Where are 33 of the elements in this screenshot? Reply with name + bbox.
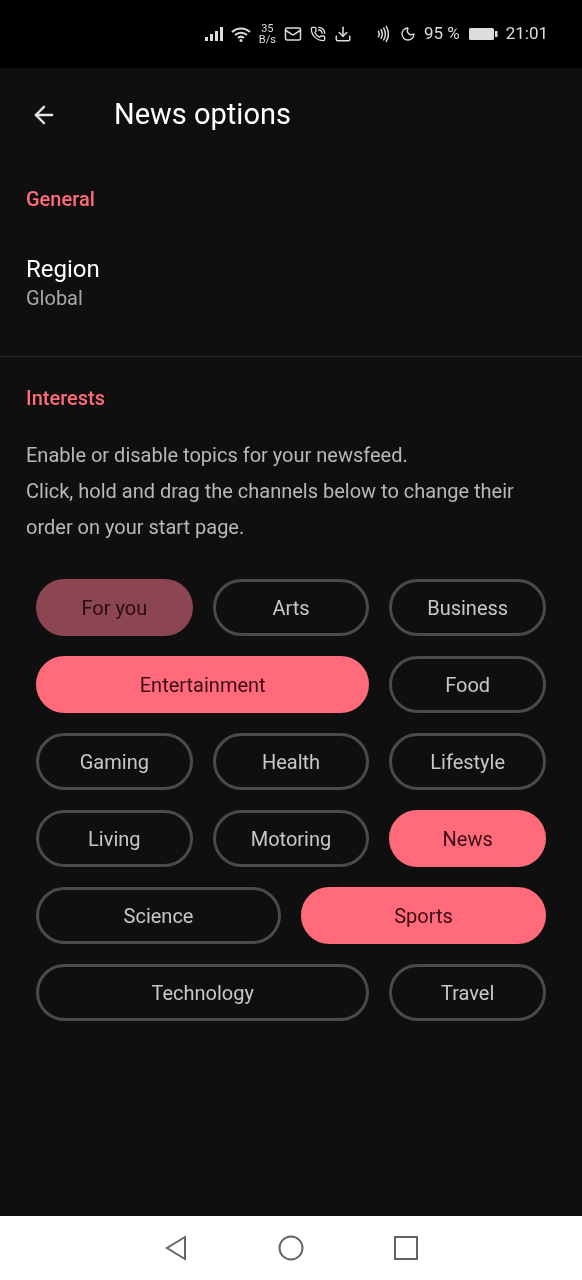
signal-icon (204, 27, 223, 41)
topic-chip[interactable]: Science (36, 887, 281, 944)
moon-icon (399, 26, 416, 42)
topic-chip[interactable]: Food (389, 656, 546, 713)
battery-icon (467, 27, 498, 41)
topic-chip[interactable]: Business (389, 579, 546, 636)
topic-chip[interactable]: Technology (36, 964, 370, 1021)
topic-chip[interactable]: Living (36, 810, 193, 867)
topic-chip[interactable]: Entertainment (36, 656, 370, 713)
recents-nav-icon[interactable] (394, 1236, 418, 1260)
topic-chip[interactable]: Lifestyle (389, 733, 546, 790)
mail-icon (283, 25, 302, 43)
section-description: Enable or disable topics for your newsfeed. Click, hold and drag the channels below to change their order on your start page. (26, 442, 515, 541)
battery-percent: 95 % (423, 22, 460, 46)
section-heading: Interests (26, 385, 106, 412)
home-nav-icon[interactable] (278, 1235, 304, 1261)
network-speed: 35 (261, 23, 274, 34)
back-nav-icon[interactable] (164, 1235, 188, 1261)
network-speed-unit: B/s (258, 34, 276, 45)
topic-chip[interactable]: News (389, 810, 546, 867)
topic-chip[interactable]: Arts (212, 579, 370, 636)
page-title: News options (114, 96, 291, 134)
topic-chip[interactable]: Motoring (212, 810, 370, 867)
phone-icon (309, 26, 326, 42)
topic-chip[interactable]: Travel (389, 964, 546, 1021)
section-heading: General (26, 186, 96, 213)
topic-chip[interactable]: Sports (301, 887, 546, 944)
download-icon (333, 25, 352, 43)
topic-chip[interactable]: Gaming (36, 733, 193, 790)
wifi-icon (230, 26, 251, 42)
region-setting[interactable]: Region Global (26, 254, 100, 312)
topic-chip[interactable]: Health (212, 733, 370, 790)
clock: 21:01 (505, 22, 548, 46)
